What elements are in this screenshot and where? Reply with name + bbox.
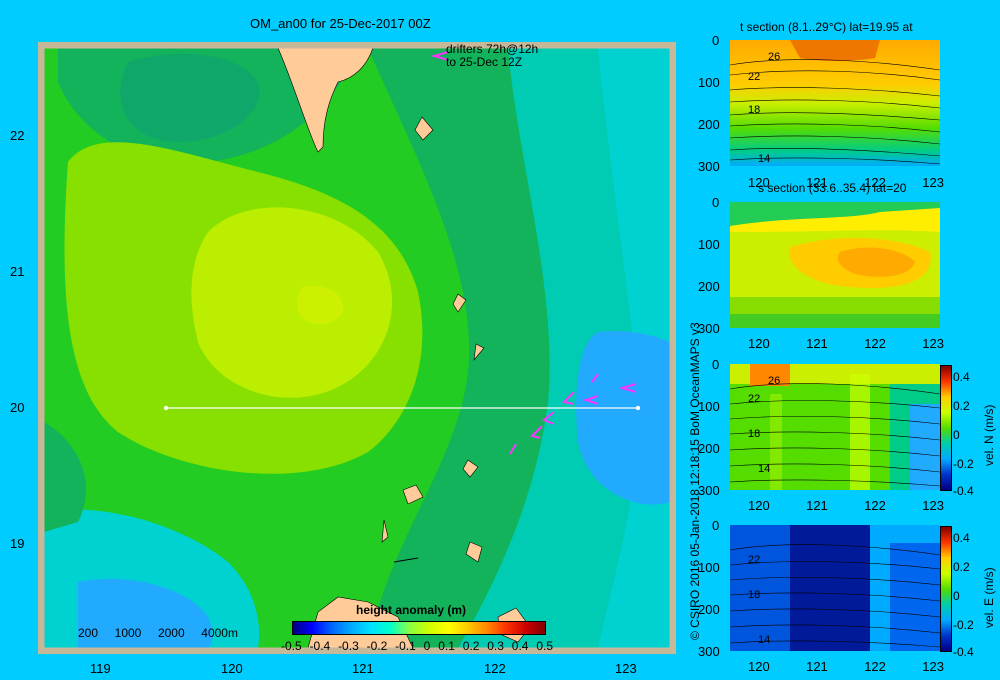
cb-tick: 0.5 [536,639,553,653]
lat-tick-20: 20 [10,400,25,415]
lon-tick: 120 [748,659,770,674]
t-contour-14: 14 [758,153,770,165]
colorbar-ticks: -0.5 -0.4 -0.3 -0.2 -0.1 0 0.1 0.2 0.3 0… [281,639,553,653]
vel-tick: -0.4 [953,645,974,659]
e-contour-18: 18 [748,589,760,601]
depth-legend: 200 1000 2000 4000m [78,626,238,640]
vel-tick: 0.4 [953,531,970,545]
e-contour-14: 14 [758,634,770,646]
lon-tick: 123 [922,659,944,674]
vel-tick: 0.4 [953,370,970,384]
depth-legend-4000: 4000m [201,626,238,640]
lon-tick-121: 121 [352,661,374,676]
lon-tick: 123 [922,175,944,190]
n-contour-22: 22 [748,393,760,405]
vel-tick: -0.2 [953,457,974,471]
cb-tick: 0.4 [511,639,529,653]
depth-tick: 300 [698,321,720,336]
depth-tick: 300 [698,483,720,498]
lat-tick-19: 19 [10,536,25,551]
cb-tick: 0.2 [462,639,480,653]
t-contour-26: 26 [768,51,780,63]
main-map [38,42,676,654]
vel-tick: -0.2 [953,618,974,632]
lon-tick: 121 [806,498,828,513]
copyright: © CSIRO 2016 05-Jan-2018 12:18:15 BoM Oc… [688,322,702,640]
depth-tick: 200 [698,117,720,132]
panel-3-lon-ticks: 120 121 122 123 [748,498,944,513]
drifters-label-2: to 25-Dec 12Z [446,55,523,69]
depth-tick: 100 [698,560,720,575]
depth-tick: 300 [698,644,720,659]
vel-tick: -0.4 [953,484,974,498]
lon-tick-122: 122 [484,661,506,676]
lon-tick: 122 [864,336,886,351]
vel-north-label: vel. N (m/s) [982,404,996,466]
depth-legend-2000: 2000 [157,626,185,640]
lat-tick-21: 21 [10,264,25,279]
map-title: OM_an00 for 25-Dec-2017 00Z [250,16,431,31]
depth-legend-200: 200 [78,626,99,640]
depth-tick: 100 [698,75,720,90]
lon-tick: 120 [748,175,770,190]
salinity-section [730,202,940,328]
colorbar-title: height anomaly (m) [356,603,467,617]
e-contour-22: 22 [748,554,760,566]
lon-tick-123: 123 [615,661,637,676]
lon-tick: 122 [864,175,886,190]
depth-tick: 100 [698,399,720,414]
n-contour-26: 26 [768,375,780,387]
lon-tick: 121 [806,336,828,351]
depth-tick: 0 [712,33,720,48]
vel-east-colorbar [940,526,952,652]
lon-tick: 120 [748,498,770,513]
panel-1-lon-ticks: 120 121 122 123 [748,175,944,190]
drifters-label-1: drifters 72h@12h [446,42,539,56]
t-contour-18: 18 [748,104,760,116]
vel-tick: 0 [953,589,960,603]
depth-tick: 0 [712,518,720,533]
lon-tick: 123 [922,336,944,351]
depth-legend-1000: 1000 [114,626,142,640]
vel-tick: 0 [953,428,960,442]
depth-tick: 200 [698,441,720,456]
lon-tick: 122 [864,659,886,674]
depth-tick: 100 [698,237,720,252]
depth-tick: 0 [712,195,720,210]
cb-tick: 0.3 [487,639,504,653]
t-contour-22: 22 [748,71,760,83]
depth-tick: 200 [698,279,720,294]
n-contour-18: 18 [748,428,760,440]
vel-tick: 0.2 [953,560,970,574]
lon-tick: 121 [806,659,828,674]
vel-tick: 0.2 [953,399,970,413]
cb-tick: -0.2 [366,639,388,653]
lon-tick: 121 [806,175,828,190]
lat-tick-22: 22 [10,128,25,143]
lon-tick: 122 [864,498,886,513]
vel-east-label: vel. E (m/s) [982,567,996,628]
panel-4-lon-ticks: 120 121 122 123 [748,659,944,674]
panel-1-title: t section (8.1..29°C) lat=19.95 at [740,20,913,34]
cb-tick: -0.5 [281,639,302,653]
cb-tick: -0.1 [395,639,416,653]
vel-north-colorbar [940,365,952,491]
height-colorbar [292,621,546,635]
temperature-section: 26 22 18 14 [730,40,940,166]
cb-tick: 0.1 [438,639,455,653]
panel-2-lon-ticks: 120 121 122 123 [748,336,944,351]
lon-tick: 120 [748,336,770,351]
depth-tick: 0 [712,357,720,372]
vel-north-section: 26 22 18 14 [730,364,940,490]
n-contour-14: 14 [758,463,770,475]
vel-east-section: 22 18 14 [730,525,940,651]
cb-tick: 0 [423,639,431,653]
depth-tick: 300 [698,159,720,174]
cb-tick: -0.4 [309,639,331,653]
lon-tick-119: 119 [90,661,111,676]
lon-tick-120: 120 [221,661,243,676]
lon-tick: 123 [922,498,944,513]
cb-tick: -0.3 [338,639,359,653]
depth-tick: 200 [698,602,720,617]
